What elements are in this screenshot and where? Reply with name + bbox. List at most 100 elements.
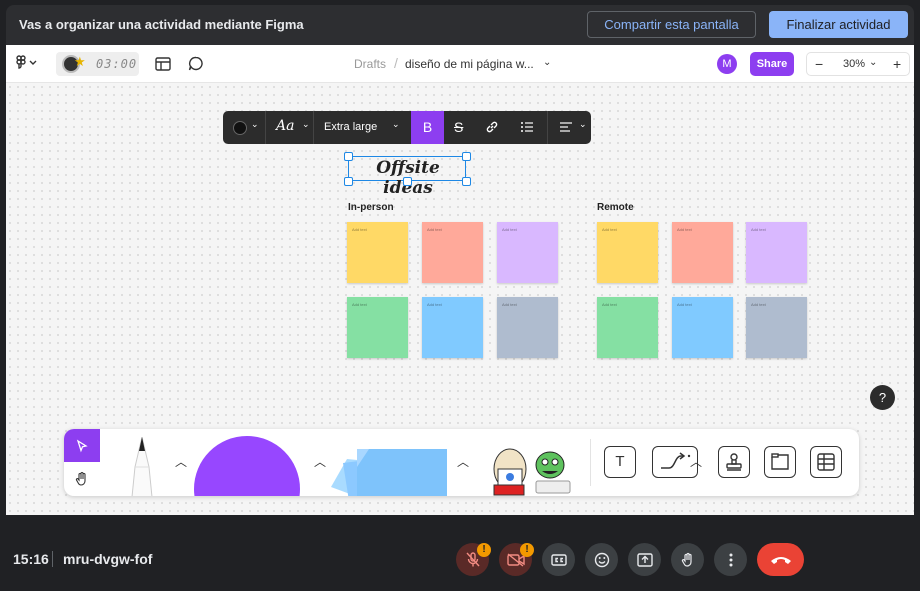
table-tool[interactable] (810, 446, 842, 478)
timer-value: 03:00 (96, 57, 138, 71)
bold-button[interactable]: B (411, 111, 444, 144)
banner-title: Vas a organizar una actividad mediante F… (19, 17, 304, 32)
marker-options-chevron-icon[interactable]: ︿ (175, 453, 187, 470)
font-size-picker[interactable]: Extra large ⌄ (314, 111, 411, 144)
sticky-note-text: Add text (502, 302, 517, 307)
sticky-note-text: Add text (751, 302, 766, 307)
chevron-down-icon[interactable]: ⌄ (579, 119, 587, 130)
tool-dock: ︿ ︿ ︿ T ︿ (64, 429, 859, 496)
layout-icon[interactable] (155, 56, 171, 75)
sticky-note[interactable]: Add text (497, 222, 558, 283)
meeting-code[interactable]: mru-dvgw-fof (63, 551, 152, 567)
stamp-tool[interactable] (718, 446, 750, 478)
font-icon: Aa (276, 118, 295, 134)
group-label-in-person[interactable]: In-person (348, 202, 394, 213)
group-label-remote[interactable]: Remote (597, 202, 634, 213)
divider (52, 551, 53, 567)
share-screen-button[interactable]: Compartir esta pantalla (587, 11, 756, 38)
title-selection-box[interactable]: Offsite ideas (344, 152, 471, 198)
resize-handle[interactable] (344, 152, 353, 161)
chevron-down-icon: ⌄ (302, 119, 310, 129)
presentation-banner: Vas a organizar una actividad mediante F… (6, 5, 914, 45)
help-button[interactable]: ? (870, 385, 895, 410)
text-tool-label: T (615, 453, 625, 470)
hand-icon (681, 552, 692, 567)
sticky-note[interactable]: Add text (672, 222, 733, 283)
align-icon[interactable] (559, 120, 573, 137)
sticky-tool[interactable] (329, 441, 447, 496)
emoji-icon (594, 552, 609, 568)
captions-icon (550, 554, 567, 566)
strikethrough-icon[interactable]: S (454, 119, 463, 135)
sticky-note[interactable]: Add text (672, 297, 733, 358)
text-format-toolbar: ⌄ Aa ⌄ Extra large ⌄ B S ⌄ (223, 111, 591, 144)
timer-widget[interactable]: ★ 03:00 (56, 52, 139, 76)
zoom-in-button[interactable]: + (893, 56, 901, 72)
resize-handle[interactable] (462, 152, 471, 161)
share-button[interactable]: Share (750, 52, 794, 76)
text-tool[interactable]: T (604, 446, 636, 478)
zoom-value[interactable]: 30% (843, 58, 865, 70)
more-options-button[interactable] (714, 543, 747, 576)
dock-divider (590, 439, 591, 486)
bullet-list-icon[interactable] (520, 120, 534, 137)
link-icon[interactable] (485, 120, 499, 137)
chevron-down-icon[interactable]: ⌄ (543, 57, 551, 68)
chevron-down-icon: ⌄ (251, 119, 259, 129)
shape-tool[interactable] (194, 436, 300, 496)
sticky-note-text: Add text (502, 227, 517, 232)
resize-handle[interactable] (344, 177, 353, 186)
phone-hangup-icon (770, 557, 791, 564)
marker-tool[interactable] (122, 436, 162, 496)
meeting-clock: 15:16 (13, 551, 49, 567)
sticky-note[interactable]: Add text (746, 297, 807, 358)
shape-options-chevron-icon[interactable]: ︿ (314, 453, 326, 470)
sticky-note[interactable]: Add text (347, 222, 408, 283)
sticky-note[interactable]: Add text (746, 222, 807, 283)
resize-handle[interactable] (403, 177, 412, 186)
star-icon: ★ (74, 54, 86, 69)
sticky-note[interactable]: Add text (347, 297, 408, 358)
camera-warning-icon: ! (520, 543, 534, 557)
sticky-note[interactable]: Add text (422, 222, 483, 283)
emoji-button[interactable] (585, 543, 618, 576)
chevron-down-icon: ⌄ (392, 119, 400, 129)
sticky-note[interactable]: Add text (497, 297, 558, 358)
sticky-note[interactable]: Add text (597, 297, 658, 358)
figjam-window: ★ 03:00 Drafts / diseño de mi página w..… (6, 45, 914, 515)
avatar[interactable]: M (717, 54, 737, 74)
sticky-note[interactable]: Add text (422, 297, 483, 358)
font-size-value: Extra large (324, 121, 378, 133)
hand-icon (75, 471, 86, 486)
sticky-note-text: Add text (677, 302, 692, 307)
file-name[interactable]: diseño de mi página w... (405, 57, 534, 71)
sticky-options-chevron-icon[interactable]: ︿ (457, 453, 469, 470)
cursor-icon (76, 439, 88, 453)
comment-icon[interactable] (188, 56, 204, 75)
present-icon (636, 553, 653, 567)
font-picker[interactable]: Aa ⌄ (266, 111, 314, 144)
raise-hand-button[interactable] (671, 543, 704, 576)
breadcrumb-drafts[interactable]: Drafts (354, 57, 386, 71)
zoom-out-button[interactable]: − (815, 56, 823, 72)
color-swatch-icon (233, 121, 247, 135)
hang-up-button[interactable] (757, 543, 804, 576)
sticker-tool[interactable] (484, 439, 574, 496)
sticky-note[interactable]: Add text (597, 222, 658, 283)
present-button[interactable] (628, 543, 661, 576)
color-picker[interactable]: ⌄ (223, 111, 266, 144)
breadcrumb-separator: / (394, 55, 398, 71)
move-tool[interactable] (64, 429, 100, 462)
section-tool[interactable] (764, 446, 796, 478)
mic-warning-icon: ! (477, 543, 491, 557)
hand-tool[interactable] (64, 462, 100, 496)
top-toolbar: ★ 03:00 Drafts / diseño de mi página w..… (6, 45, 914, 83)
zoom-chevron-icon[interactable]: ⌄ (869, 57, 877, 68)
captions-button[interactable] (542, 543, 575, 576)
figma-menu-icon[interactable] (16, 55, 38, 74)
end-activity-button[interactable]: Finalizar actividad (769, 11, 908, 38)
sticky-note-text: Add text (427, 227, 442, 232)
zoom-control: − 30% ⌄ + (806, 52, 910, 76)
resize-handle[interactable] (462, 177, 471, 186)
connector-options-chevron-icon[interactable]: ︿ (690, 453, 702, 470)
